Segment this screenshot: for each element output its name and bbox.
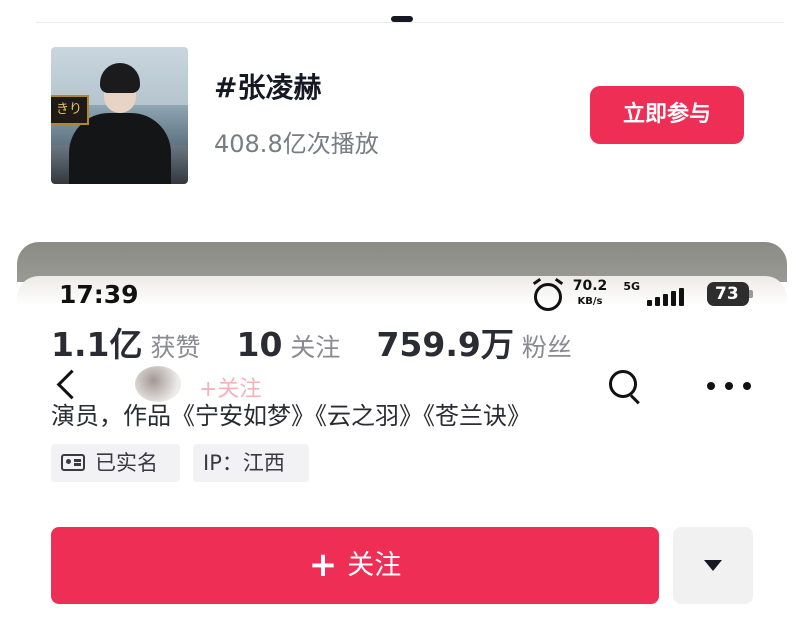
chevron-down-icon (704, 560, 722, 571)
divider (36, 22, 784, 23)
thumbnail-person-hair (100, 63, 140, 93)
profile-bio: 演员，作品《宁安如梦》《云之羽》《苍兰诀》 (51, 402, 531, 430)
topic-play-count: 408.8亿次播放 (214, 130, 379, 158)
topic-thumbnail[interactable]: きり (51, 47, 188, 184)
follow-label: 关注 (347, 550, 402, 581)
join-button[interactable]: 立即参与 (590, 86, 744, 144)
more-icon[interactable] (707, 382, 751, 390)
recommend-dropdown-button[interactable] (673, 527, 753, 604)
search-icon[interactable] (609, 370, 637, 398)
topic-title[interactable]: #张凌赫 (214, 66, 321, 106)
battery-icon: 73 (707, 282, 753, 306)
id-card-icon (61, 454, 85, 471)
plus-icon: + (308, 545, 338, 585)
following-count[interactable]: 10 (236, 325, 282, 364)
network-type: 5G (623, 280, 640, 293)
network-speed-value: 70.2 (572, 278, 608, 294)
status-time: 17:39 (59, 280, 139, 309)
likes-count: 1.1亿 (51, 325, 143, 364)
signal-icon (647, 286, 693, 306)
followers-label[interactable]: 粉丝 (522, 333, 572, 362)
network-speed: 70.2 KB/s (569, 279, 611, 309)
verified-label: 已实名 (95, 451, 158, 475)
ip-location-tag: IP：江西 (193, 444, 309, 482)
follow-button[interactable]: + 关注 (51, 527, 659, 604)
following-label[interactable]: 关注 (290, 333, 340, 362)
verified-tag[interactable]: 已实名 (51, 444, 180, 482)
profile-stats: 1.1亿 获赞 10 关注 759.9万 粉丝 (51, 318, 608, 364)
thumbnail-sign: きり (51, 95, 89, 125)
followers-count[interactable]: 759.9万 (376, 325, 513, 364)
likes-label: 获赞 (150, 333, 201, 362)
embedded-profile-screenshot: 17:39 70.2 KB/s 5G 73 1.1亿 获赞 10 关注 759.9万 粉丝… (17, 242, 787, 622)
alarm-icon (534, 283, 562, 311)
network-speed-unit: KB/s (577, 296, 603, 307)
